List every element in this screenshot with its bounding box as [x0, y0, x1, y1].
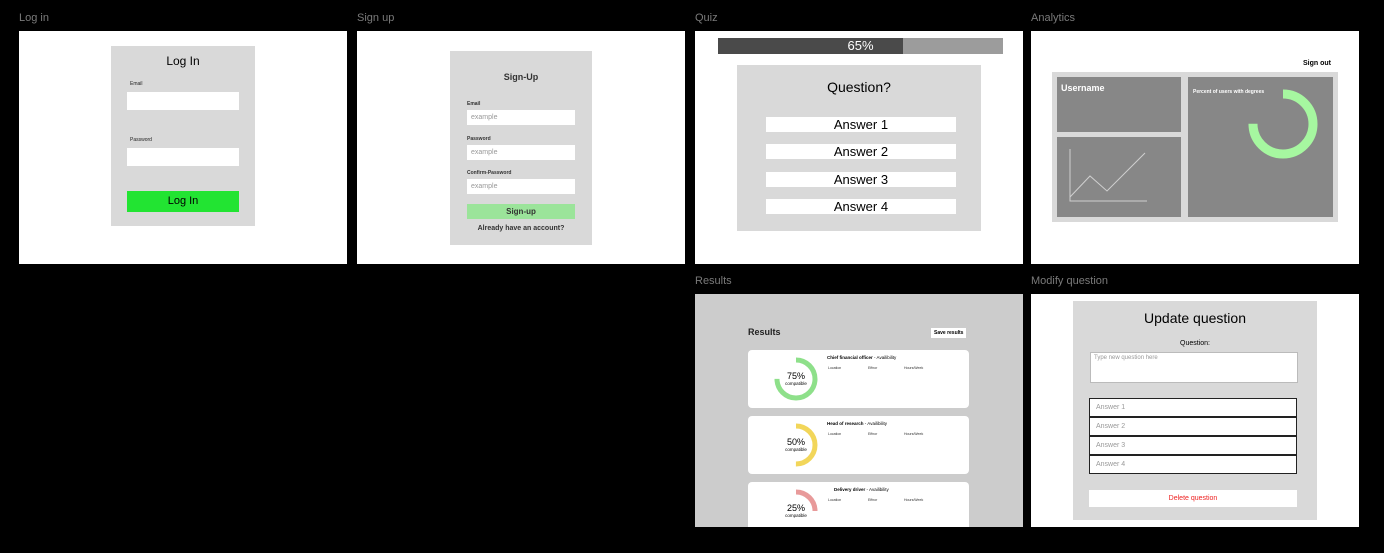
- modify-frame: Update question Question: Type new quest…: [1031, 294, 1359, 527]
- signup-button[interactable]: Sign-up: [467, 204, 575, 219]
- password-field[interactable]: [127, 148, 239, 166]
- progress-bar: 65%: [718, 38, 1003, 54]
- compat-label: compatible: [785, 381, 807, 386]
- job-hours: Hours/Week: [904, 432, 924, 436]
- job-title: Chief financial officer - Availibility: [827, 355, 896, 360]
- signup-confirm-field[interactable]: example: [467, 179, 575, 194]
- job-title: Delivery driver - Availibility: [834, 487, 889, 492]
- job-effnor: Effnor: [868, 432, 878, 436]
- delete-question-button[interactable]: Delete question: [1089, 490, 1297, 507]
- degree-tile: Percent of users with degrees: [1188, 77, 1333, 217]
- username-label: Username: [1061, 83, 1105, 93]
- modify-answer-4[interactable]: Answer 4: [1089, 455, 1297, 474]
- have-account-link[interactable]: Already have an account?: [450, 225, 592, 232]
- compat-percent: 50%: [786, 437, 805, 447]
- line-chart-icon: [1069, 149, 1147, 202]
- job-effnor: Effnor: [868, 498, 878, 502]
- frame-label-results: Results: [695, 275, 732, 287]
- question-input[interactable]: Type new question here: [1090, 352, 1298, 383]
- modify-answer-2[interactable]: Answer 2: [1089, 417, 1297, 436]
- job-title-text: Head of research: [827, 421, 864, 426]
- job-availability: Availibility: [869, 487, 889, 492]
- signup-title: Sign-Up: [503, 72, 539, 82]
- job-availability: Availibility: [867, 421, 887, 426]
- answer-option-1[interactable]: Answer 1: [766, 117, 956, 132]
- answer-option-3[interactable]: Answer 3: [766, 172, 956, 187]
- login-button[interactable]: Log In: [127, 191, 239, 212]
- analytics-panel: Username Percent of users with degrees: [1052, 72, 1338, 222]
- modify-card: Update question Question: Type new quest…: [1073, 301, 1317, 520]
- job-title-text: Chief financial officer: [827, 355, 873, 360]
- job-location: Location: [828, 498, 842, 502]
- frame-label-modify: Modify question: [1031, 275, 1109, 287]
- save-results-button[interactable]: Save results: [931, 328, 967, 338]
- signout-link[interactable]: Sign out: [1303, 60, 1331, 67]
- modify-title: Update question: [1144, 310, 1246, 326]
- job-hours: Hours/Week: [904, 498, 924, 502]
- quiz-card: Question? Answer 1 Answer 2 Answer 3 Ans…: [737, 65, 981, 231]
- email-label: Email: [130, 81, 143, 87]
- job-hours: Hours/Week: [904, 366, 924, 370]
- job-title: Head of research - Availibility: [827, 421, 887, 426]
- job-effnor: Effnor: [868, 366, 878, 370]
- job-card[interactable]: 25% compatible Delivery driver - Availibil…: [748, 482, 969, 527]
- frame-label-analytics: Analytics: [1031, 12, 1076, 24]
- signup-email-label: Email: [467, 101, 481, 107]
- signup-frame: Sign-Up Email example Password example C…: [357, 31, 685, 264]
- quiz-frame: 65% Question? Answer 1 Answer 2 Answer 3…: [695, 31, 1023, 264]
- signup-email-field[interactable]: example: [467, 110, 575, 125]
- job-title-text: Delivery driver: [834, 487, 866, 492]
- password-label: Password: [130, 137, 152, 143]
- username-tile: Username: [1057, 77, 1181, 132]
- answer-option-2[interactable]: Answer 2: [766, 144, 956, 159]
- signup-password-label: Password: [467, 136, 491, 142]
- line-chart-tile: [1057, 137, 1181, 217]
- results-frame: Results Save results 75% compatible Chief …: [695, 294, 1023, 527]
- modify-answer-3[interactable]: Answer 3: [1089, 436, 1297, 455]
- job-card[interactable]: 75% compatible Chief financial officer - A…: [748, 350, 969, 408]
- compat-percent: 75%: [786, 371, 805, 381]
- compat-label: compatible: [785, 447, 807, 452]
- job-card[interactable]: 50% compatible Head of research - Availibi…: [748, 416, 969, 474]
- signup-password-field[interactable]: example: [467, 145, 575, 160]
- login-title: Log In: [166, 54, 200, 68]
- frame-label-login: Log in: [19, 12, 49, 24]
- results-title: Results: [748, 327, 781, 337]
- modify-answer-1[interactable]: Answer 1: [1089, 398, 1297, 417]
- donut-chart: [1248, 89, 1318, 159]
- frame-label-signup: Sign up: [357, 12, 395, 24]
- signup-confirm-label: Confirm-Password: [467, 170, 512, 176]
- login-card: Log In Email Password Log In: [111, 46, 255, 226]
- job-availability: Availibility: [876, 355, 897, 360]
- signup-card: Sign-Up Email example Password example C…: [450, 51, 592, 245]
- answer-option-4[interactable]: Answer 4: [766, 199, 956, 214]
- compat-label: compatible: [785, 513, 807, 518]
- quiz-question: Question?: [827, 79, 891, 95]
- job-location: Location: [828, 432, 842, 436]
- progress-text: 65%: [847, 38, 874, 53]
- frame-label-quiz: Quiz: [695, 12, 718, 24]
- compat-percent: 25%: [786, 503, 805, 513]
- email-field[interactable]: [127, 92, 239, 110]
- login-frame: Log In Email Password Log In: [19, 31, 347, 264]
- analytics-frame: Sign out Username Percent of users with …: [1031, 31, 1359, 264]
- question-label: Question:: [1180, 340, 1210, 347]
- job-location: Location: [828, 366, 842, 370]
